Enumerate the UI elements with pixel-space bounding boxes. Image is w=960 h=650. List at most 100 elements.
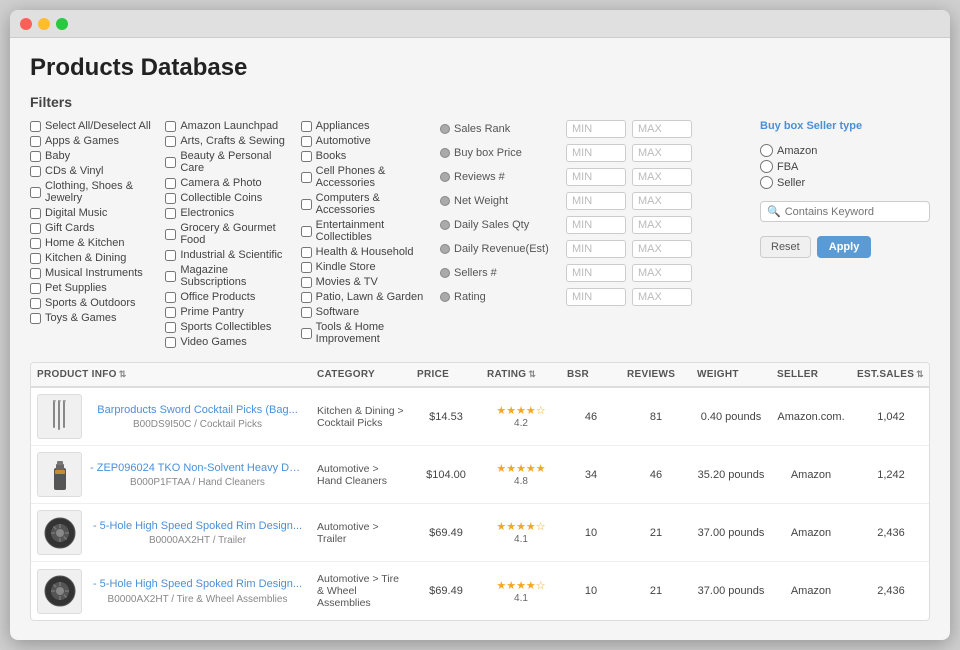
product-name[interactable]: - ZEP096024 TKO Non-Solvent Heavy Duty..… bbox=[90, 461, 305, 475]
filter-pet[interactable]: Pet Supplies bbox=[30, 282, 159, 294]
filter-health[interactable]: Health & Household bbox=[301, 246, 430, 258]
table-row: - ZEP096024 TKO Non-Solvent Heavy Duty..… bbox=[31, 446, 929, 504]
product-reviews: 81 bbox=[621, 411, 691, 423]
product-rating: ★★★★★ 4.8 bbox=[481, 462, 561, 487]
filter-clothing[interactable]: Clothing, Shoes & Jewelry bbox=[30, 180, 159, 204]
table-row: - 5-Hole High Speed Spoked Rim Design...… bbox=[31, 562, 929, 620]
apply-button[interactable]: Apply bbox=[817, 236, 872, 258]
sales-rank-min[interactable] bbox=[566, 120, 626, 138]
filter-collectible-coins[interactable]: Collectible Coins bbox=[165, 192, 294, 204]
filter-tools[interactable]: Tools & Home Improvement bbox=[301, 321, 430, 345]
filter-sports-collectibles[interactable]: Sports Collectibles bbox=[165, 321, 294, 333]
th-price: PRICE bbox=[411, 369, 481, 380]
rating-max[interactable] bbox=[632, 288, 692, 306]
filter-appliances[interactable]: Appliances bbox=[301, 120, 430, 132]
filter-automotive[interactable]: Automotive bbox=[301, 135, 430, 147]
net-weight-max[interactable] bbox=[632, 192, 692, 210]
filter-entertainment[interactable]: Entertainment Collectibles bbox=[301, 219, 430, 243]
minimize-button[interactable] bbox=[38, 18, 50, 30]
sales-rank-max[interactable] bbox=[632, 120, 692, 138]
filter-sports[interactable]: Sports & Outdoors bbox=[30, 297, 159, 309]
filter-prime-pantry[interactable]: Prime Pantry bbox=[165, 306, 294, 318]
rating-min[interactable] bbox=[566, 288, 626, 306]
cocktail-picks-icon bbox=[41, 398, 79, 436]
seller-option-amazon[interactable]: Amazon bbox=[760, 144, 930, 157]
sellers-min[interactable] bbox=[566, 264, 626, 282]
filter-cds-vinyl[interactable]: CDs & Vinyl bbox=[30, 165, 159, 177]
buy-box-price-max[interactable] bbox=[632, 144, 692, 162]
daily-revenue-max[interactable] bbox=[632, 240, 692, 258]
filter-software[interactable]: Software bbox=[301, 306, 430, 318]
range-rating: Rating bbox=[440, 288, 740, 306]
product-name[interactable]: Barproducts Sword Cocktail Picks (Bag... bbox=[90, 403, 305, 417]
product-seller: Amazon.com. bbox=[771, 411, 851, 423]
net-weight-min[interactable] bbox=[566, 192, 626, 210]
product-info: - 5-Hole High Speed Spoked Rim Design...… bbox=[90, 519, 305, 546]
product-weight: 37.00 pounds bbox=[691, 527, 771, 539]
filter-musical[interactable]: Musical Instruments bbox=[30, 267, 159, 279]
maximize-button[interactable] bbox=[56, 18, 68, 30]
range-dot bbox=[440, 268, 450, 278]
filter-digital-music[interactable]: Digital Music bbox=[30, 207, 159, 219]
filter-kitchen-dining[interactable]: Kitchen & Dining bbox=[30, 252, 159, 264]
seller-option-seller[interactable]: Seller bbox=[760, 176, 930, 189]
filter-launchpad[interactable]: Amazon Launchpad bbox=[165, 120, 294, 132]
th-est-sales[interactable]: EST.SALES ⇅ bbox=[851, 369, 930, 380]
sellers-max[interactable] bbox=[632, 264, 692, 282]
filter-kindle[interactable]: Kindle Store bbox=[301, 261, 430, 273]
filter-computers[interactable]: Computers & Accessories bbox=[301, 192, 430, 216]
product-weight: 0.40 pounds bbox=[691, 411, 771, 423]
filter-patio[interactable]: Patio, Lawn & Garden bbox=[301, 291, 430, 303]
product-seller: Amazon bbox=[771, 527, 851, 539]
filter-movies[interactable]: Movies & TV bbox=[301, 276, 430, 288]
filter-industrial[interactable]: Industrial & Scientific bbox=[165, 249, 294, 261]
filter-beauty[interactable]: Beauty & Personal Care bbox=[165, 150, 294, 174]
star-value: 4.2 bbox=[514, 418, 528, 429]
filter-apps-games[interactable]: Apps & Games bbox=[30, 135, 159, 147]
reviews-min[interactable] bbox=[566, 168, 626, 186]
range-dot bbox=[440, 148, 450, 158]
close-button[interactable] bbox=[20, 18, 32, 30]
product-seller: Amazon bbox=[771, 585, 851, 597]
product-name[interactable]: - 5-Hole High Speed Spoked Rim Design... bbox=[90, 519, 305, 533]
sort-icon: ⇅ bbox=[916, 369, 924, 380]
filter-magazine[interactable]: Magazine Subscriptions bbox=[165, 264, 294, 288]
daily-sales-max[interactable] bbox=[632, 216, 692, 234]
filter-home-kitchen[interactable]: Home & Kitchen bbox=[30, 237, 159, 249]
filter-books[interactable]: Books bbox=[301, 150, 430, 162]
product-name[interactable]: - 5-Hole High Speed Spoked Rim Design... bbox=[90, 577, 305, 591]
filter-toys[interactable]: Toys & Games bbox=[30, 312, 159, 324]
range-daily-revenue: Daily Revenue(Est) bbox=[440, 240, 740, 258]
product-bsr: 34 bbox=[561, 469, 621, 481]
keyword-input[interactable] bbox=[785, 206, 905, 218]
buy-box-seller-options: Amazon FBA Seller bbox=[760, 144, 930, 189]
filter-office[interactable]: Office Products bbox=[165, 291, 294, 303]
keyword-search-box[interactable]: 🔍 bbox=[760, 201, 930, 222]
reset-button[interactable]: Reset bbox=[760, 236, 811, 258]
filter-camera[interactable]: Camera & Photo bbox=[165, 177, 294, 189]
filter-baby[interactable]: Baby bbox=[30, 150, 159, 162]
daily-revenue-min[interactable] bbox=[566, 240, 626, 258]
seller-option-fba[interactable]: FBA bbox=[760, 160, 930, 173]
filter-select-all[interactable]: Select All/Deselect All bbox=[30, 120, 159, 132]
buy-box-price-min[interactable] bbox=[566, 144, 626, 162]
daily-sales-min[interactable] bbox=[566, 216, 626, 234]
th-product-info[interactable]: PRODUCT INFO ⇅ bbox=[31, 369, 311, 380]
filter-gift-cards[interactable]: Gift Cards bbox=[30, 222, 159, 234]
filter-grocery[interactable]: Grocery & Gourmet Food bbox=[165, 222, 294, 246]
filter-arts-crafts[interactable]: Arts, Crafts & Sewing bbox=[165, 135, 294, 147]
product-info: - ZEP096024 TKO Non-Solvent Heavy Duty..… bbox=[90, 461, 305, 488]
buy-box-seller-title: Buy box Seller type bbox=[760, 120, 930, 132]
filter-cell-phones[interactable]: Cell Phones & Accessories bbox=[301, 165, 430, 189]
product-seller: Amazon bbox=[771, 469, 851, 481]
reviews-max[interactable] bbox=[632, 168, 692, 186]
range-dot bbox=[440, 220, 450, 230]
filter-electronics[interactable]: Electronics bbox=[165, 207, 294, 219]
th-rating[interactable]: RATING ⇅ bbox=[481, 369, 561, 380]
bottle-icon bbox=[41, 456, 79, 494]
product-price: $69.49 bbox=[411, 585, 481, 597]
product-image bbox=[37, 394, 82, 439]
product-est-sales: 1,042 bbox=[851, 411, 930, 423]
table-row: - 5-Hole High Speed Spoked Rim Design...… bbox=[31, 504, 929, 562]
filter-video-games[interactable]: Video Games bbox=[165, 336, 294, 348]
